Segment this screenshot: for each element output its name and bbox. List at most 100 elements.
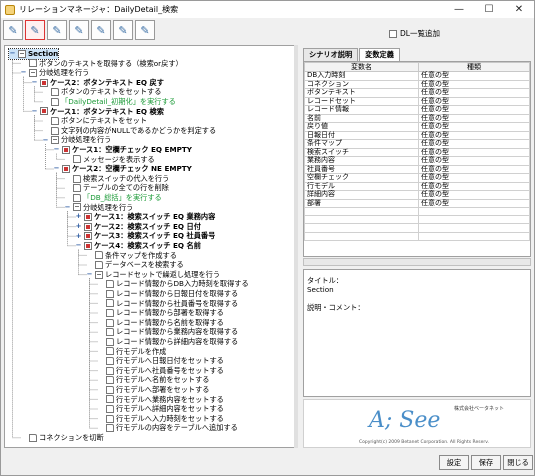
tree-node[interactable]: − 分岐処理を行う <box>64 203 134 213</box>
table-row[interactable]: 行モデル 任意の型 <box>304 181 530 191</box>
table-row[interactable]: レコード情報 任意の型 <box>304 105 530 115</box>
tree-node[interactable]: レコード情報から社員番号を取得する <box>97 299 238 309</box>
tree-node[interactable]: 行モデルへ日報日付をセットする <box>97 356 224 366</box>
expand-icon[interactable]: + <box>75 213 82 220</box>
tree-node[interactable]: 行モデルへ名前をセットする <box>97 375 209 385</box>
close-window-button[interactable]: ✕ <box>504 1 534 18</box>
scenario-tree[interactable]: − Section ボタンのテキストを取得する（検索or戻す） − 分岐処理を行う − ケー… <box>4 45 295 448</box>
table-row[interactable]: 詳細内容 任意の型 <box>304 190 530 200</box>
tree-node[interactable]: + ケース2：検索スイッチ EQ 日付 <box>75 222 201 232</box>
collapse-icon[interactable]: − <box>20 69 27 76</box>
comment-label: 説明・コメント： <box>307 303 365 312</box>
variable-table[interactable]: 変数名 種類 DB入力時刻 任意の型 コネクション 任意の型 ボタンテキスト 任意の型 レコ… <box>303 61 531 257</box>
tree-vertical-scrollbar[interactable] <box>294 45 298 448</box>
minimize-button[interactable]: — <box>444 1 474 18</box>
tree-node[interactable]: 検索スイッチの代入を行う <box>64 174 169 184</box>
table-row[interactable]: 名前 任意の型 <box>304 113 530 123</box>
tree-node[interactable]: 行モデルを作成 <box>97 347 166 357</box>
collapse-icon[interactable]: − <box>31 79 38 86</box>
expand-icon[interactable]: + <box>75 232 82 240</box>
tab-variable-definition[interactable]: 変数定義 <box>359 48 400 61</box>
tree-node[interactable]: 行モデルへ社員番号をセットする <box>97 366 224 376</box>
table-row[interactable]: 戻り値 任意の型 <box>304 122 530 132</box>
doc-delete-icon[interactable]: ✎ <box>135 20 155 40</box>
settings-button[interactable]: 設定 <box>439 455 469 470</box>
tree-node[interactable]: データベースを検索する <box>86 260 184 270</box>
tree-node[interactable]: 行モデルの内容をテーブルへ追加する <box>97 423 238 433</box>
tree-node[interactable]: − ケース2：空欄チェック NE EMPTY <box>53 164 192 174</box>
table-row[interactable]: 空欄チェック 任意の型 <box>304 173 530 183</box>
collapse-icon[interactable]: − <box>64 203 71 211</box>
doc-edit-icon[interactable]: ✎ <box>25 20 45 40</box>
tab-scenario-description[interactable]: シナリオ説明 <box>303 48 359 61</box>
tree-node[interactable]: 「DailyDetail_初期化」を実行する <box>42 97 176 107</box>
tree-node[interactable]: ボタンにテキストをセット <box>42 116 147 126</box>
tree-node[interactable]: 行モデルへ入力時刻をセットする <box>97 414 224 424</box>
case-icon <box>84 212 92 221</box>
collapse-icon[interactable]: − <box>53 146 60 153</box>
table-row[interactable]: 業務内容 任意の型 <box>304 156 530 166</box>
tree-node[interactable]: レコード情報から業務内容を取得する <box>97 327 238 337</box>
tree-node-label: ケース4：検索スイッチ EQ 名前 <box>94 241 201 250</box>
tree-node[interactable]: 行モデルへ部署をセットする <box>97 385 209 395</box>
tree-node[interactable]: − ケース2：ボタンテキスト EQ 戻す <box>31 78 164 88</box>
collapse-icon[interactable]: − <box>31 107 38 115</box>
tree-node-label: コネクションを切断 <box>39 433 104 442</box>
tree-node[interactable]: 行モデルへ詳細内容をセットする <box>97 404 224 414</box>
doc-up-icon[interactable]: ✎ <box>113 20 133 40</box>
table-row[interactable]: DB入力時刻 任意の型 <box>304 71 530 81</box>
table-row[interactable]: ボタンテキスト 任意の型 <box>304 88 530 98</box>
checkbox-box[interactable] <box>389 29 397 38</box>
dl-add-checkbox[interactable]: DL一覧追加 <box>389 28 440 39</box>
table-row[interactable]: 部署 任意の型 <box>304 198 530 208</box>
collapse-icon[interactable]: − <box>9 50 16 57</box>
doc-icon <box>106 414 114 423</box>
tree-node[interactable]: − 分岐処理を行う <box>42 135 112 145</box>
tree-node[interactable]: 文字列の内容がNULLであるかどうかを判定する <box>42 126 216 136</box>
tree-node[interactable]: − ケース4：検索スイッチ EQ 名前 <box>75 241 201 251</box>
doc-down-icon[interactable]: ✎ <box>91 20 111 40</box>
tree-node[interactable]: ボタンのテキストをセットする <box>42 87 161 97</box>
collapse-icon[interactable]: − <box>42 136 49 144</box>
tree-node-label: ケース2：ボタンテキスト EQ 戻す <box>50 77 164 87</box>
tree-node[interactable]: コネクションを切断 <box>20 433 104 443</box>
tree-node[interactable]: レコード情報からDB入力時刻を取得する <box>97 279 249 289</box>
tree-node[interactable]: − ケース1：空欄チェック EQ EMPTY <box>53 145 192 155</box>
tree-node[interactable]: − Section <box>7 48 60 60</box>
tree-node[interactable]: レコード情報から部署を取得する <box>97 308 224 318</box>
tree-node[interactable]: 条件マップを作成する <box>86 251 177 261</box>
tree-node-label: 条件マップを作成する <box>105 250 177 260</box>
table-horizontal-scrollbar[interactable] <box>303 258 531 266</box>
tree-node[interactable]: − 分岐処理を行う <box>20 68 90 78</box>
tree-node[interactable]: レコード情報から詳細内容を取得する <box>97 337 238 347</box>
doc-add-icon[interactable]: ✎ <box>47 20 67 40</box>
close-button[interactable]: 閉じる <box>503 455 533 470</box>
maximize-button[interactable]: ☐ <box>474 1 504 18</box>
table-row[interactable]: 検索スイッチ 任意の型 <box>304 147 530 157</box>
tree-node[interactable]: テーブルの全ての行を削除 <box>64 183 169 193</box>
tree-node[interactable]: + ケース1：検索スイッチ EQ 業務内容 <box>75 212 216 222</box>
expand-icon[interactable]: + <box>75 223 82 230</box>
tree-node[interactable]: レコード情報から日報日付を取得する <box>97 289 238 299</box>
tree-node[interactable]: − ケース1：ボタンテキスト EQ 検索 <box>31 107 164 117</box>
tree-node[interactable]: − レコードセットで繰返し処理を行う <box>86 270 220 280</box>
tree-node[interactable]: 「DB_総括」を実行する <box>64 193 162 203</box>
collapse-icon[interactable]: − <box>53 165 60 172</box>
tree-node[interactable]: 行モデルへ業務内容をセットする <box>97 395 224 405</box>
doc-icon[interactable]: ✎ <box>3 20 23 40</box>
tree-node[interactable]: + ケース3：検索スイッチ EQ 社員番号 <box>75 231 216 241</box>
collapse-icon[interactable]: − <box>75 242 82 249</box>
detail-panel: タイトル： Section 説明・コメント： <box>303 269 531 397</box>
tree-node[interactable]: レコード情報から名前を取得する <box>97 318 224 328</box>
collapse-icon[interactable]: − <box>86 271 93 278</box>
tree-node[interactable]: ボタンのテキストを取得する（検索or戻す） <box>20 59 183 69</box>
variable-name-cell: 部署 <box>304 198 419 208</box>
save-button[interactable]: 保存 <box>471 455 501 470</box>
tree-node[interactable]: メッセージを表示する <box>64 155 155 165</box>
table-row[interactable]: 条件マップ 任意の型 <box>304 139 530 149</box>
folder-icon <box>51 136 59 145</box>
doc-copy-icon[interactable]: ✎ <box>69 20 89 40</box>
